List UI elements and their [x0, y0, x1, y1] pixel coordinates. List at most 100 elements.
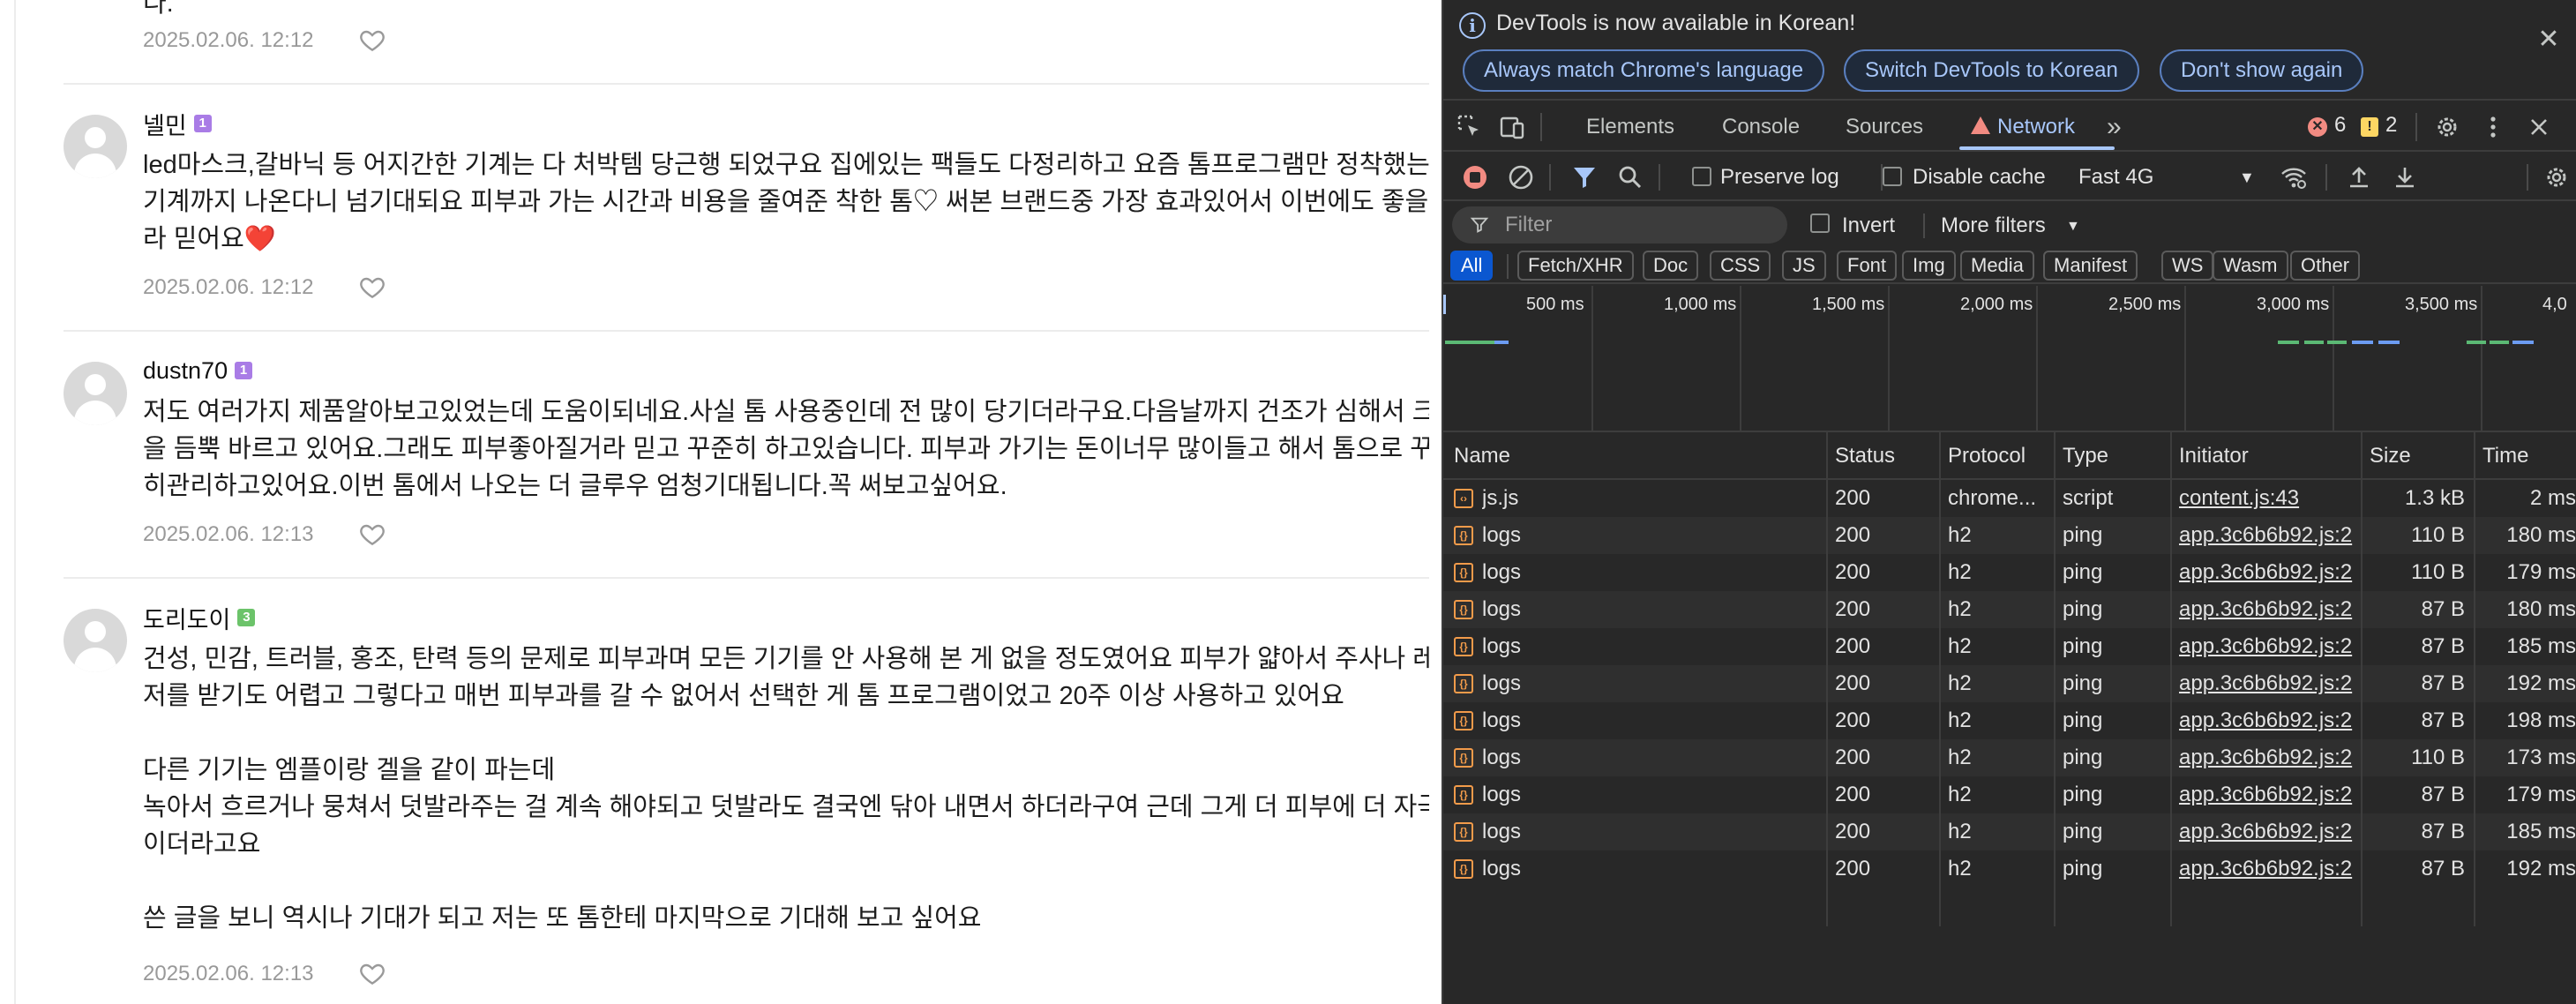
request-name: logs	[1482, 634, 1522, 658]
heart-icon[interactable]	[358, 273, 386, 302]
close-devtools-icon[interactable]	[2525, 113, 2553, 141]
type-chip-doc[interactable]: Doc	[1643, 251, 1699, 281]
warning-badge-icon[interactable]: !	[2361, 117, 2378, 137]
request-initiator[interactable]: app.3c6b6b92.js:2	[2179, 554, 2355, 591]
request-initiator[interactable]: app.3c6b6b92.js:2	[2179, 517, 2355, 554]
table-row[interactable]: {} logs 200 h2 ping app.3c6b6b92.js:2 110 B 173…	[1443, 739, 2576, 776]
column-divider[interactable]	[1939, 432, 1941, 926]
device-toolbar-icon[interactable]	[1498, 113, 1526, 141]
network-overview-timeline[interactable]: 500 ms 1,000 ms 1,500 ms 2,000 ms 2,500 …	[1443, 286, 2576, 432]
type-chip-js[interactable]: JS	[1782, 251, 1826, 281]
type-chip-ws[interactable]: WS	[2161, 251, 2214, 281]
tab-console[interactable]: Console	[1722, 102, 1800, 152]
request-initiator[interactable]: app.3c6b6b92.js:2	[2179, 591, 2355, 628]
chevron-down-icon[interactable]: ▼	[2239, 154, 2255, 201]
comment-author[interactable]: 넬민	[143, 107, 187, 141]
close-icon[interactable]: ✕	[2537, 26, 2560, 53]
request-initiator[interactable]: app.3c6b6b92.js:2	[2179, 665, 2355, 702]
column-divider[interactable]	[2474, 432, 2475, 926]
request-size: 87 B	[2421, 857, 2465, 880]
table-row[interactable]: {} logs 200 h2 ping app.3c6b6b92.js:2 87 B 192 …	[1443, 850, 2576, 888]
request-initiator[interactable]: app.3c6b6b92.js:2	[2179, 776, 2355, 813]
tab-sources[interactable]: Sources	[1846, 102, 1923, 152]
type-chip-fetch-xhr[interactable]: Fetch/XHR	[1517, 251, 1634, 281]
type-chip-all[interactable]: All	[1450, 251, 1494, 281]
column-header-size[interactable]: Size	[2370, 432, 2411, 480]
gear-icon[interactable]	[2433, 113, 2461, 141]
column-divider[interactable]	[1826, 432, 1828, 926]
tab-network[interactable]: Network	[1971, 102, 2075, 152]
comment-author[interactable]: dustn70	[143, 357, 228, 385]
throttling-select[interactable]: Fast 4G	[2078, 154, 2153, 201]
table-row[interactable]: {} logs 200 h2 ping app.3c6b6b92.js:2 87 B 198 …	[1443, 702, 2576, 739]
request-size: 1.3 kB	[2404, 486, 2465, 510]
column-divider[interactable]	[2054, 432, 2056, 926]
record-icon[interactable]	[1461, 163, 1489, 191]
request-initiator[interactable]: app.3c6b6b92.js:2	[2179, 850, 2355, 888]
type-chip-wasm[interactable]: Wasm	[2213, 251, 2288, 281]
network-settings-icon[interactable]	[2542, 163, 2571, 191]
table-row[interactable]: {} logs 200 h2 ping app.3c6b6b92.js:2 87 B 185 …	[1443, 628, 2576, 665]
match-language-button[interactable]: Always match Chrome's language	[1463, 49, 1825, 92]
timeline-gridline	[2184, 286, 2186, 432]
column-header-name[interactable]: Name	[1454, 432, 1510, 480]
ping-file-icon: {}	[1454, 600, 1473, 619]
network-conditions-icon[interactable]	[2280, 163, 2308, 191]
chevron-down-icon[interactable]: ▼	[2066, 203, 2080, 249]
preserve-log-checkbox[interactable]	[1692, 167, 1711, 186]
request-initiator[interactable]: app.3c6b6b92.js:2	[2179, 813, 2355, 850]
filter-input[interactable]	[1452, 206, 1787, 244]
import-har-icon[interactable]	[2345, 163, 2373, 191]
request-time: 173 ms	[2506, 746, 2576, 769]
table-row[interactable]: {} logs 200 h2 ping app.3c6b6b92.js:2 87 B 180 …	[1443, 591, 2576, 628]
invert-checkbox[interactable]	[1810, 214, 1830, 233]
heart-icon[interactable]	[358, 26, 386, 55]
request-initiator[interactable]: content.js:43	[2179, 480, 2355, 517]
export-har-icon[interactable]	[2391, 163, 2419, 191]
column-divider[interactable]	[2170, 432, 2172, 926]
heart-icon[interactable]	[358, 960, 386, 988]
column-header-time[interactable]: Time	[2482, 432, 2528, 480]
heart-icon[interactable]	[358, 521, 386, 549]
avatar[interactable]	[64, 115, 127, 178]
inspect-element-icon[interactable]	[1456, 113, 1484, 141]
disable-cache-checkbox[interactable]	[1883, 167, 1902, 186]
search-icon[interactable]	[1616, 163, 1644, 191]
column-divider[interactable]	[2361, 432, 2363, 926]
filter-icon[interactable]	[1570, 163, 1599, 191]
kebab-menu-icon[interactable]	[2479, 113, 2507, 141]
tab-elements[interactable]: Elements	[1586, 102, 1674, 152]
clear-icon[interactable]	[1507, 163, 1535, 191]
column-header-status[interactable]: Status	[1835, 432, 1895, 480]
more-tabs-icon[interactable]: »	[2107, 102, 2122, 152]
error-icon[interactable]: ✕	[2308, 117, 2327, 137]
dont-show-again-button[interactable]: Don't show again	[2160, 49, 2364, 92]
type-chip-other[interactable]: Other	[2290, 251, 2361, 281]
type-chip-manifest[interactable]: Manifest	[2043, 251, 2138, 281]
request-name: logs	[1482, 560, 1522, 584]
table-row[interactable]: {} logs 200 h2 ping app.3c6b6b92.js:2 87 B 192 …	[1443, 665, 2576, 702]
avatar[interactable]	[64, 362, 127, 425]
table-row[interactable]: ‹› js.js 200 chrome... script content.js:43 1.…	[1443, 480, 2576, 517]
request-initiator[interactable]: app.3c6b6b92.js:2	[2179, 702, 2355, 739]
type-chip-img[interactable]: Img	[1902, 251, 1956, 281]
type-chip-media[interactable]: Media	[1960, 251, 2034, 281]
comment-line	[143, 863, 1429, 900]
switch-language-button[interactable]: Switch DevTools to Korean	[1844, 49, 2139, 92]
table-row[interactable]: {} logs 200 h2 ping app.3c6b6b92.js:2 87 B 179 …	[1443, 776, 2576, 813]
column-header-initiator[interactable]: Initiator	[2179, 432, 2249, 480]
avatar[interactable]	[64, 609, 127, 672]
column-header-protocol[interactable]: Protocol	[1948, 432, 2026, 480]
level-badge: 3	[237, 609, 256, 626]
table-row[interactable]: {} logs 200 h2 ping app.3c6b6b92.js:2 110 B 180…	[1443, 517, 2576, 554]
request-initiator[interactable]: app.3c6b6b92.js:2	[2179, 739, 2355, 776]
comment-author[interactable]: 도리도이	[143, 601, 230, 635]
timeline-request-bar	[2352, 341, 2373, 344]
table-row[interactable]: {} logs 200 h2 ping app.3c6b6b92.js:2 110 B 179…	[1443, 554, 2576, 591]
type-chip-font[interactable]: Font	[1837, 251, 1898, 281]
request-initiator[interactable]: app.3c6b6b92.js:2	[2179, 628, 2355, 665]
column-header-type[interactable]: Type	[2063, 432, 2108, 480]
more-filters-dropdown[interactable]: More filters	[1941, 203, 2046, 249]
table-row[interactable]: {} logs 200 h2 ping app.3c6b6b92.js:2 87 B 185 …	[1443, 813, 2576, 850]
type-chip-css[interactable]: CSS	[1710, 251, 1771, 281]
